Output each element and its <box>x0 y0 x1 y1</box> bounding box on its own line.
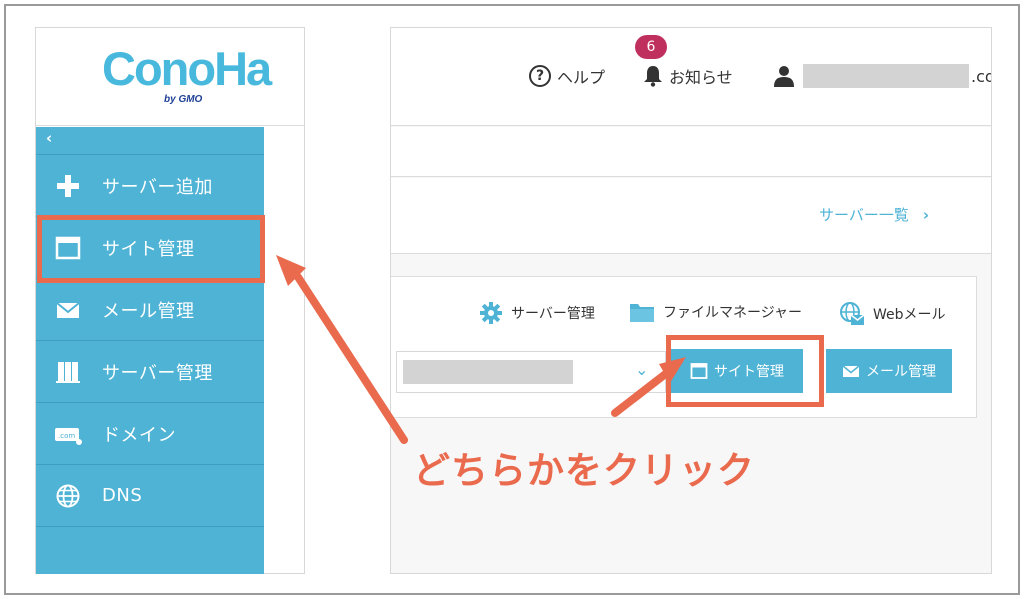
bell-icon <box>644 66 662 87</box>
notice-label: お知らせ <box>669 68 733 87</box>
conoha-logo: ConoHa <box>102 42 272 95</box>
server-management-tool[interactable]: サーバー管理 <box>479 301 595 325</box>
sidebar-item-add-server[interactable]: サーバー追加 <box>36 155 264 217</box>
question-icon: ? <box>529 65 551 87</box>
webmail-tool[interactable]: Webメール <box>839 301 946 327</box>
server-header-band: サーバー一覧 › <box>391 178 991 254</box>
domain-icon: .com <box>54 420 82 448</box>
sidebar-item-server-management[interactable]: サーバー管理 <box>36 341 264 403</box>
highlight-box-sidebar <box>37 215 265 283</box>
user-account-menu[interactable]: .co <box>773 64 991 88</box>
sidebar-item-label: メール管理 <box>102 300 195 322</box>
envelope-icon <box>54 296 82 324</box>
sidebar-item-label: サーバー追加 <box>102 176 213 198</box>
webmail-label: Webメール <box>873 307 946 323</box>
mail-management-button[interactable]: メール管理 <box>826 349 952 393</box>
sidebar-item-mail-management[interactable]: メール管理 <box>36 279 264 341</box>
notice-link[interactable]: お知らせ <box>643 64 733 88</box>
instruction-callout: どちらかをクリック <box>413 449 755 492</box>
help-link[interactable]: ? ヘルプ <box>529 64 605 88</box>
file-manager-tool[interactable]: ファイルマネージャー <box>629 301 802 323</box>
file-manager-label: ファイルマネージャー <box>663 305 803 321</box>
web-mail-icon <box>840 302 865 325</box>
left-panel: ConoHa by GMO ‹ サーバー追加 サイト管理 メール管理 サーバー管… <box>35 27 305 574</box>
server-list-label: サーバー一覧 <box>819 206 909 224</box>
plus-icon <box>54 172 82 200</box>
top-header: ? ヘルプ お知らせ 6 .co <box>391 28 991 126</box>
sidebar-item-dns[interactable]: DNS <box>36 465 264 527</box>
logo-area: ConoHa by GMO <box>36 28 304 126</box>
chevron-right-icon: › <box>922 205 930 224</box>
logo-sub: by GMO <box>164 94 203 105</box>
notice-count-badge: 6 <box>635 35 667 59</box>
mail-management-button-label: メール管理 <box>866 363 936 379</box>
highlight-box-button <box>666 335 824 407</box>
redacted-username <box>803 64 969 88</box>
sidebar-item-domain[interactable]: .com ドメイン <box>36 403 264 465</box>
svg-text:.com: .com <box>58 432 75 440</box>
user-icon <box>774 66 794 87</box>
server-select[interactable]: ⌄ <box>396 351 666 393</box>
sidebar-item-label: サーバー管理 <box>102 362 213 384</box>
breadcrumb-band <box>391 127 991 177</box>
sidebar: ‹ サーバー追加 サイト管理 メール管理 サーバー管理 .com ドメイン DN… <box>36 127 264 574</box>
folder-icon <box>630 304 654 322</box>
help-label: ヘルプ <box>557 68 606 87</box>
server-list-link[interactable]: サーバー一覧 › <box>819 204 929 225</box>
gear-icon <box>480 302 502 324</box>
redacted-server-name <box>403 360 573 384</box>
sidebar-item-label: ドメイン <box>102 424 176 446</box>
globe-icon <box>54 482 82 510</box>
sidebar-item-label: DNS <box>102 485 143 506</box>
sidebar-collapse-button[interactable]: ‹ <box>36 127 264 155</box>
server-management-label: サーバー管理 <box>511 306 595 322</box>
server-icon <box>54 358 82 386</box>
username-suffix: .co <box>971 66 991 86</box>
chevron-down-icon: ⌄ <box>635 360 649 379</box>
envelope-icon <box>842 365 860 377</box>
